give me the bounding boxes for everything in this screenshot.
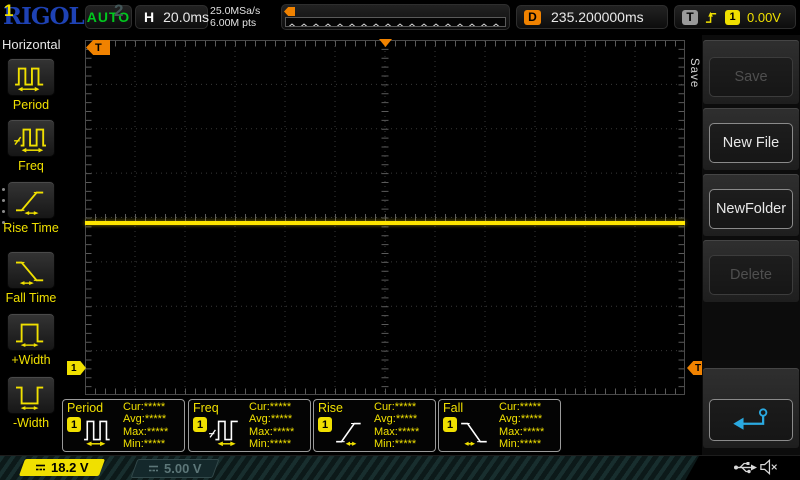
channel2-number[interactable]: 2 <box>114 1 123 21</box>
overview-wave-strip <box>285 17 506 27</box>
measurement-stats: Cur:***** Avg:***** Max:***** Min:***** <box>249 401 295 450</box>
measurement-stats: Cur:***** Avg:***** Max:***** Min:***** <box>123 401 169 450</box>
measurement-source-badge: 1 <box>318 417 332 432</box>
measurement-source-badge: 1 <box>443 417 457 432</box>
graticule-grid <box>84 39 686 396</box>
rise-time-icon <box>336 422 361 446</box>
menu-item-freq[interactable]: Freq <box>0 119 62 173</box>
freq-icon <box>14 128 46 153</box>
status-bar <box>0 455 800 480</box>
fall-time-icon <box>461 422 487 446</box>
plus-width-icon <box>16 323 44 347</box>
channel1-scale: 18.2 V <box>51 460 89 475</box>
channel2-scale: 5.00 V <box>164 461 202 476</box>
period-icon <box>15 67 44 92</box>
timebase-label: H <box>144 9 155 25</box>
sample-rate: 25.0MSa/s <box>210 5 261 17</box>
channel1-offset-marker: 1 <box>67 361 86 375</box>
save-button[interactable]: Save <box>709 57 793 97</box>
timebase-value: 20.0ms <box>163 9 210 25</box>
menu-item-fall-time[interactable]: Fall Time <box>0 251 62 305</box>
dc-coupling-icon <box>36 464 46 471</box>
rise-time-icon <box>16 191 44 215</box>
dc-coupling-icon <box>149 465 159 472</box>
measurement-name: Fall <box>443 401 464 415</box>
menu-tile: Delete <box>703 240 799 302</box>
menu-item-label: +Width <box>11 353 51 367</box>
delay-badge: D <box>524 9 541 25</box>
measurement-name: Freq <box>193 401 219 415</box>
rigol-logo: RIGOL <box>3 3 85 30</box>
graticule <box>84 39 686 396</box>
menu-tile <box>703 368 799 448</box>
timebase-readout: H 20.0ms <box>135 5 210 29</box>
minus-width-icon <box>16 386 44 410</box>
speaker-muted-icon <box>760 459 778 475</box>
menu-item-label: Period <box>12 98 50 112</box>
horizontal-delay-readout: D 235.200000ms <box>516 5 668 29</box>
rising-edge-icon <box>705 11 717 23</box>
measurement-freq: Freq 1 Cur:***** Avg:***** Max:***** Min… <box>188 399 311 452</box>
period-icon <box>84 420 110 447</box>
menu-tile: New File <box>703 108 799 170</box>
overview-position-icon <box>284 7 295 16</box>
measurement-name: Rise <box>318 401 344 415</box>
trigger-readout: T 1 0.00V <box>674 5 796 29</box>
menu-item-plus-width[interactable]: +Width <box>0 313 62 367</box>
menu-item-label: -Width <box>12 416 50 430</box>
measurement-name: Period <box>67 401 104 415</box>
new-file-button[interactable]: New File <box>709 123 793 163</box>
channel1-trace <box>85 221 685 225</box>
delay-value: 235.200000ms <box>551 9 644 25</box>
menu-item-period[interactable]: Period <box>0 58 62 112</box>
channel2-status[interactable]: 5.00 V <box>130 459 220 478</box>
right-menu-title: Save <box>688 58 700 89</box>
measurement-source-badge: 1 <box>193 417 207 432</box>
trigger-source-badge: 1 <box>725 9 740 25</box>
usb-icon <box>734 462 757 474</box>
waveform-overview <box>281 4 510 30</box>
new-folder-button[interactable]: NewFolder <box>709 189 793 229</box>
measurement-stats: Cur:***** Avg:***** Max:***** Min:***** <box>374 401 420 450</box>
delete-button[interactable]: Delete <box>709 255 793 295</box>
measurement-stats: Cur:***** Avg:***** Max:***** Min:***** <box>499 401 545 450</box>
back-button[interactable] <box>709 399 793 441</box>
trigger-badge: T <box>682 9 698 25</box>
overview-wave-icon <box>286 21 505 26</box>
channel1-number[interactable]: 1 <box>4 1 13 21</box>
menu-item-label: Rise Time <box>3 221 59 235</box>
return-arrow-icon <box>733 408 768 430</box>
acquisition-readout: 25.0MSa/s 6.00M pts <box>210 5 261 29</box>
menu-item-label: Freq <box>18 159 44 173</box>
menu-item-rise-time[interactable]: Rise Time <box>0 181 62 235</box>
menu-item-minus-width[interactable]: -Width <box>0 376 62 430</box>
measurement-fall: Fall 1 Cur:***** Avg:***** Max:***** Min… <box>438 399 561 452</box>
trigger-level-value: 0.00V <box>747 9 781 25</box>
measurement-period: Period 1 Cur:***** Avg:***** Max:***** M… <box>62 399 185 452</box>
measurement-rise: Rise 1 Cur:***** Avg:***** Max:***** Min… <box>313 399 436 452</box>
left-menu-title: Horizontal <box>2 37 61 52</box>
fall-time-icon <box>16 261 44 285</box>
trigger-status-badge: AUTO <box>85 5 132 29</box>
menu-item-label: Fall Time <box>5 291 57 305</box>
channel1-status[interactable]: 18.2 V <box>18 459 106 476</box>
measurement-source-badge: 1 <box>67 417 81 432</box>
freq-icon <box>209 420 238 447</box>
memory-depth: 6.00M pts <box>210 16 257 29</box>
menu-tile: Save <box>703 40 799 104</box>
oscilloscope-screen: RIGOL AUTO H 20.0ms 25.0MSa/s 6.00M pts … <box>0 0 800 480</box>
menu-tile: NewFolder <box>703 174 799 236</box>
